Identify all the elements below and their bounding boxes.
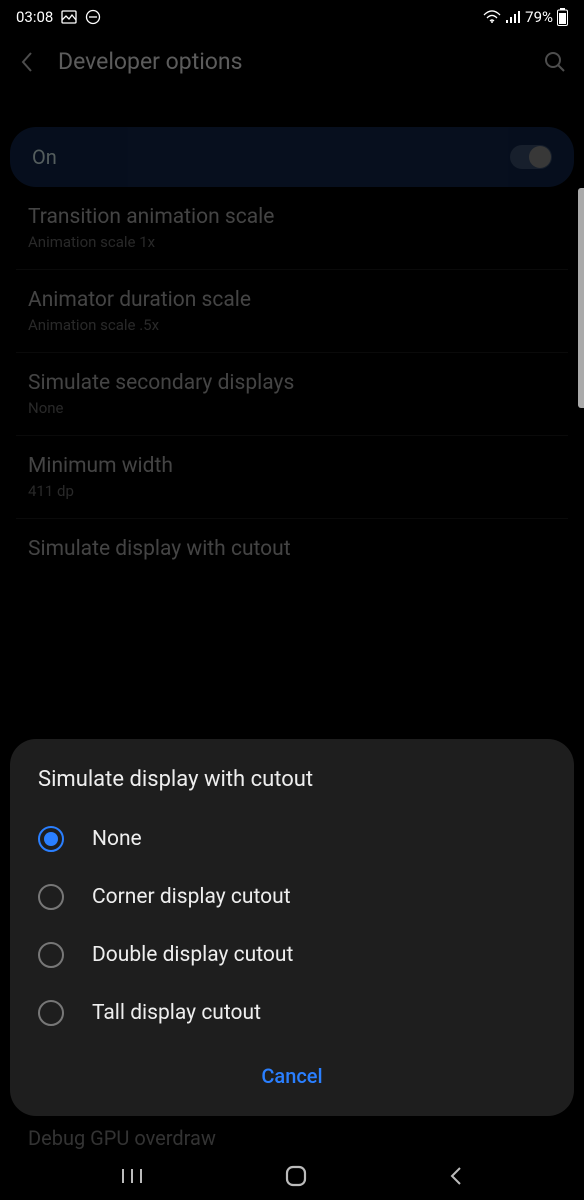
radio-option-corner[interactable]: Corner display cutout (10, 868, 574, 926)
back-nav-button[interactable] (448, 1165, 464, 1187)
setting-display-cutout[interactable]: Simulate display with cutout (16, 519, 568, 579)
setting-transition-animation[interactable]: Transition animation scale Animation sca… (16, 197, 568, 270)
setting-title: Minimum width (28, 454, 556, 478)
setting-title: Animator duration scale (28, 288, 556, 312)
setting-animator-duration[interactable]: Animator duration scale Animation scale … (16, 270, 568, 353)
status-bar: 03:08 79% (0, 0, 584, 34)
settings-list: Transition animation scale Animation sca… (0, 197, 584, 579)
setting-subtitle: Animation scale .5x (28, 316, 556, 334)
radio-label: None (92, 827, 142, 851)
setting-subtitle: Animation scale 1x (28, 233, 556, 251)
setting-minimum-width[interactable]: Minimum width 411 dp (16, 436, 568, 519)
radio-option-none[interactable]: None (10, 810, 574, 868)
header: Developer options (0, 34, 584, 97)
radio-icon (38, 942, 64, 968)
nav-bar (0, 1152, 584, 1200)
radio-icon (38, 1000, 64, 1026)
back-button[interactable] (16, 51, 38, 73)
setting-subtitle: 411 dp (28, 482, 556, 500)
setting-title: Simulate secondary displays (28, 371, 556, 395)
scroll-indicator[interactable] (578, 188, 584, 408)
status-time: 03:08 (16, 8, 53, 26)
wifi-icon (483, 10, 501, 24)
radio-label: Corner display cutout (92, 885, 291, 909)
recents-button[interactable] (120, 1167, 144, 1185)
battery-percent: 79% (525, 8, 553, 26)
radio-label: Double display cutout (92, 943, 293, 967)
cutout-dialog: Simulate display with cutout None Corner… (10, 739, 574, 1116)
page-title: Developer options (58, 48, 522, 75)
radio-icon (38, 884, 64, 910)
radio-option-double[interactable]: Double display cutout (10, 926, 574, 984)
setting-secondary-displays[interactable]: Simulate secondary displays None (16, 353, 568, 436)
cancel-button[interactable]: Cancel (10, 1042, 574, 1096)
home-button[interactable] (284, 1164, 308, 1188)
radio-icon (38, 826, 64, 852)
master-toggle-row[interactable]: On (10, 127, 574, 187)
battery-icon (557, 8, 568, 26)
toggle-label: On (32, 145, 57, 169)
toggle-knob (529, 146, 551, 168)
setting-debug-gpu[interactable]: Debug GPU overdraw (28, 1126, 216, 1150)
dnd-icon (85, 9, 101, 25)
radio-label: Tall display cutout (92, 1001, 261, 1025)
signal-icon (505, 10, 521, 24)
setting-subtitle: None (28, 399, 556, 417)
image-icon (61, 9, 77, 25)
setting-title: Simulate display with cutout (28, 537, 556, 561)
setting-title: Transition animation scale (28, 205, 556, 229)
toggle-switch[interactable] (510, 145, 552, 169)
search-button[interactable] (542, 49, 568, 75)
radio-option-tall[interactable]: Tall display cutout (10, 984, 574, 1042)
dialog-title: Simulate display with cutout (10, 767, 574, 810)
